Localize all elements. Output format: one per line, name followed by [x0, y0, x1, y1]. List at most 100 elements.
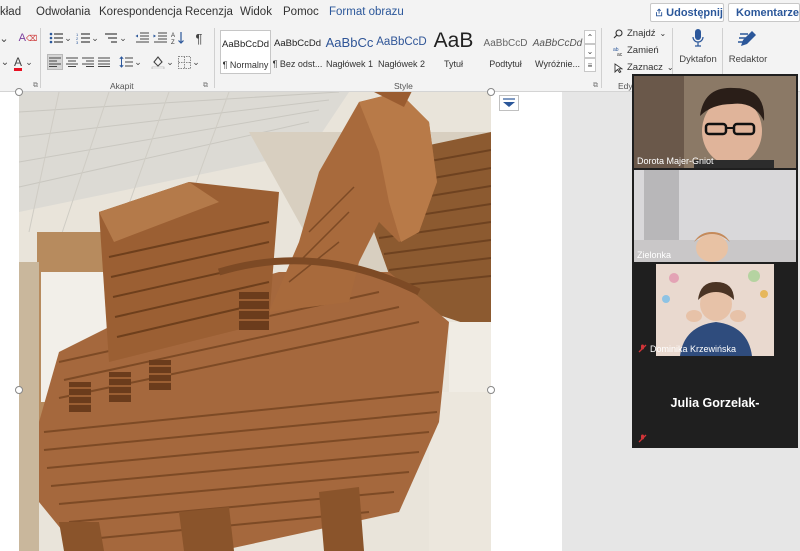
select-button[interactable]: Zaznacz ⌄: [613, 62, 674, 73]
resize-handle-top-left[interactable]: [15, 88, 23, 96]
font-color-dropdown[interactable]: ⌄: [25, 54, 33, 70]
editor-button[interactable]: Redaktor: [726, 28, 770, 76]
microphone-muted-icon: [638, 344, 647, 353]
style-no-spacing[interactable]: AaBbCcDd ¶ Bez odst...: [272, 30, 323, 74]
styles-more-icon[interactable]: ≡: [584, 58, 596, 72]
style-label: Nagłówek 2: [377, 59, 426, 69]
style-title[interactable]: AaB Tytuł: [428, 30, 479, 74]
participant-tile[interactable]: Dominika Krzewińska: [634, 264, 796, 356]
styles-scroll-up-icon[interactable]: ⌃: [584, 30, 596, 44]
dictate-label: Dyktafon: [679, 54, 717, 65]
multilevel-list-icon[interactable]: [103, 30, 119, 46]
bullets-dropdown[interactable]: ⌄: [64, 30, 72, 46]
svg-text:3: 3: [76, 40, 79, 44]
menu-item-layout[interactable]: kład: [0, 6, 21, 18]
decrease-indent-icon[interactable]: [134, 30, 150, 46]
trojan-horse-image[interactable]: [19, 92, 491, 551]
participant-video: [634, 170, 796, 262]
video-call-panel: Dorota Majer-Gniot Zielonka Dominika Krz…: [632, 74, 798, 448]
font-dialog-launcher-icon[interactable]: ⧉: [33, 82, 38, 90]
style-label: Tytuł: [443, 59, 463, 69]
search-icon: [613, 28, 623, 38]
participant-name-no-video: Julia Gorzelak-: [670, 396, 760, 410]
menu-item-references[interactable]: Odwołania: [36, 6, 90, 18]
participant-tile[interactable]: Zielonka: [634, 170, 796, 262]
show-formatting-marks-icon[interactable]: ¶: [192, 30, 206, 46]
svg-text:ac: ac: [617, 52, 623, 56]
bullets-icon[interactable]: [48, 30, 64, 46]
font-color-arrow[interactable]: ⌄: [0, 54, 10, 70]
align-right-icon[interactable]: [80, 54, 96, 70]
style-label: ¶ Normalny: [222, 60, 269, 70]
style-label: Podtytuł: [489, 59, 522, 69]
dictate-button[interactable]: Dyktafon: [676, 28, 720, 76]
font-size-arrow[interactable]: ⌄: [0, 30, 9, 46]
menu-item-help[interactable]: Pomoc: [283, 6, 319, 18]
resize-handle-right[interactable]: [487, 386, 495, 394]
paragraph-group-label: Akapit: [110, 81, 134, 91]
editing-group-label: Edy: [618, 81, 633, 91]
comments-label: Komentarze: [736, 6, 799, 19]
menu-item-review[interactable]: Recenzja: [185, 6, 233, 18]
style-heading-1[interactable]: AaBbCc Nagłówek 1: [324, 30, 375, 74]
shading-icon[interactable]: [150, 54, 166, 70]
editor-pen-icon: [738, 31, 756, 46]
borders-dropdown[interactable]: ⌄: [192, 54, 200, 70]
participant-video: [634, 76, 796, 168]
menu-item-picture-format[interactable]: Format obrazu: [329, 6, 404, 18]
comments-button[interactable]: Komentarze: [728, 3, 800, 22]
menu-item-view[interactable]: Widok: [240, 6, 272, 18]
style-emphasis[interactable]: AaBbCcDd Wyróżnie...: [532, 30, 583, 74]
share-button[interactable]: Udostępnij: [650, 3, 724, 22]
layout-options-icon: [503, 98, 515, 107]
chevron-down-icon: ⌄: [659, 29, 667, 38]
editor-label: Redaktor: [728, 54, 768, 65]
resize-handle-left[interactable]: [15, 386, 23, 394]
justify-icon[interactable]: [96, 54, 112, 70]
style-normal[interactable]: AaBbCcDd ¶ Normalny: [220, 30, 271, 74]
layout-options-button[interactable]: [499, 95, 519, 111]
style-preview: AaBbCcDd: [274, 38, 321, 49]
menu-item-mailings[interactable]: Korespondencja: [99, 6, 182, 18]
style-preview: AaBbCcD: [483, 38, 528, 49]
participant-name: Zielonka: [637, 250, 672, 260]
participant-video: [634, 264, 796, 356]
ribbon-separator: [601, 28, 602, 88]
microphone-muted-icon: [638, 434, 647, 443]
numbering-dropdown[interactable]: ⌄: [91, 30, 99, 46]
menu-bar: kład Odwołania Korespondencja Recenzja W…: [0, 0, 800, 26]
find-label: Znajdź: [627, 28, 656, 39]
style-subtitle[interactable]: AaBbCcD Podtytuł: [480, 30, 531, 74]
style-preview: AaBbCcDd: [222, 39, 269, 50]
line-spacing-dropdown[interactable]: ⌄: [134, 54, 142, 70]
increase-indent-icon[interactable]: [152, 30, 168, 46]
styles-gallery: AaBbCcDd ¶ Normalny AaBbCcDd ¶ Bez odst.…: [220, 30, 596, 74]
ribbon-separator: [214, 28, 215, 88]
style-label: ¶ Bez odst...: [272, 59, 323, 69]
replace-icon: abac: [613, 47, 623, 56]
font-color-icon[interactable]: A: [10, 54, 26, 70]
styles-scroll-down-icon[interactable]: ⌄: [584, 44, 596, 58]
align-center-icon[interactable]: [64, 54, 80, 70]
paragraph-dialog-launcher-icon[interactable]: ⧉: [203, 82, 208, 90]
clear-formatting-icon[interactable]: A ⌫: [19, 30, 38, 46]
sort-icon[interactable]: AZ: [170, 30, 186, 46]
line-spacing-icon[interactable]: [118, 54, 134, 70]
align-left-icon[interactable]: [47, 54, 63, 70]
multilevel-list-dropdown[interactable]: ⌄: [119, 30, 127, 46]
numbering-icon[interactable]: 123: [75, 30, 91, 46]
replace-button[interactable]: ab ac Zamień: [613, 45, 659, 56]
select-label: Zaznacz: [627, 62, 663, 73]
style-label: Nagłówek 1: [325, 59, 374, 69]
participant-tile[interactable]: Dorota Majer-Gniot: [634, 76, 796, 168]
resize-handle-top-right[interactable]: [487, 88, 495, 96]
style-heading-2[interactable]: AaBbCcD Nagłówek 2: [376, 30, 427, 74]
find-button[interactable]: Znajdź ⌄: [613, 28, 666, 39]
borders-icon[interactable]: [176, 54, 192, 70]
style-preview: AaBbCc: [325, 35, 374, 50]
styles-dialog-launcher-icon[interactable]: ⧉: [593, 82, 598, 90]
replace-label: Zamień: [627, 45, 659, 56]
shading-dropdown[interactable]: ⌄: [166, 54, 174, 70]
style-preview: AaBbCcD: [376, 36, 427, 48]
svg-text:Z: Z: [171, 40, 175, 45]
